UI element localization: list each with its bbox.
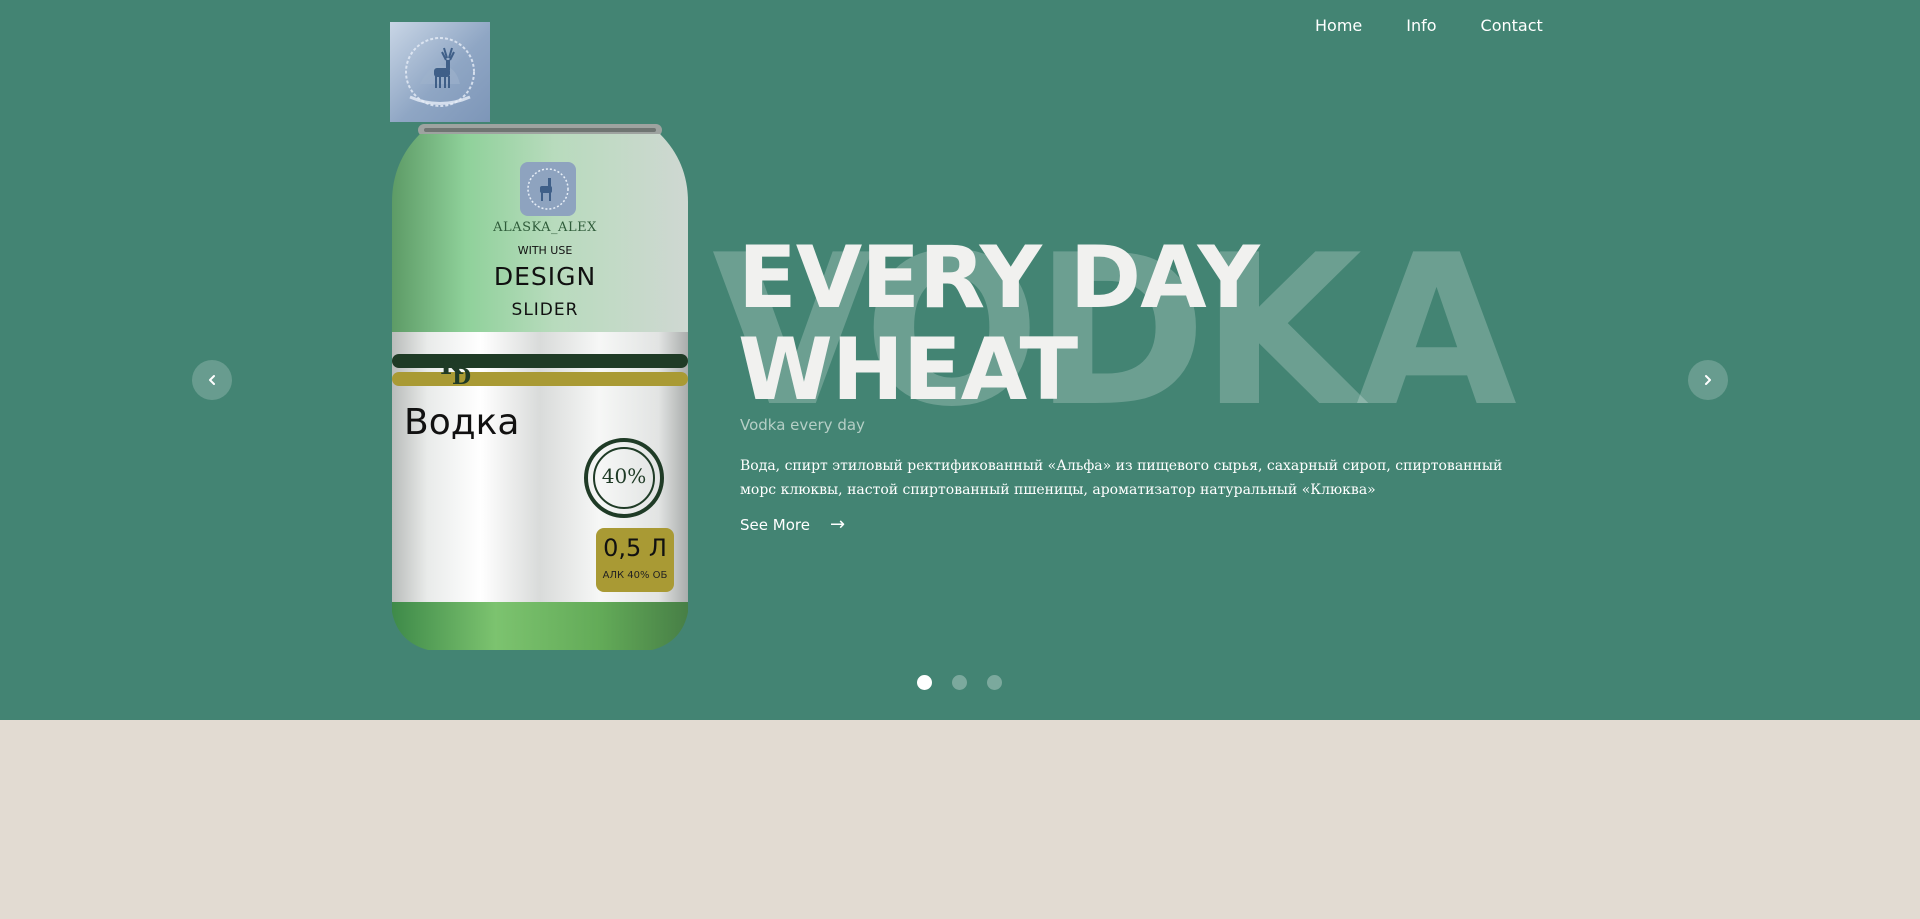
can-slider-label: SLIDER xyxy=(511,300,579,320)
chevron-right-icon xyxy=(1705,375,1711,385)
can-volume-label: 0,5 Л xyxy=(603,534,667,562)
deer-icon xyxy=(405,37,475,107)
lower-section xyxy=(0,720,1920,919)
hero-subtitle: Vodka every day xyxy=(740,416,865,434)
next-slide-button[interactable] xyxy=(1688,360,1728,400)
nav-info[interactable]: Info xyxy=(1406,16,1436,35)
main-nav: Home Info Contact xyxy=(1315,16,1543,35)
can-brand-label: ALASKA_ALEX xyxy=(493,220,597,235)
can-alc-label: АЛК 40% ОБ xyxy=(602,570,668,581)
headline-line-2: WHEAT xyxy=(738,320,1078,420)
product-can-image: K D ALASKA_ALEX WITH USE DESIGN SLIDER В… xyxy=(390,122,690,652)
see-more-link[interactable]: See More → xyxy=(740,514,845,535)
can-product-name: Водка xyxy=(404,402,520,443)
can-strength-badge: 40% xyxy=(601,464,647,488)
hero-headline: EVERY DAY WHEAT xyxy=(738,228,1260,420)
hero-section: Home Info Contact VODKA K D ALASKA_ALEX … xyxy=(0,0,1920,720)
slider-pagination xyxy=(917,675,1002,690)
arrow-right-icon: → xyxy=(829,514,846,535)
chevron-left-icon xyxy=(209,375,215,385)
see-more-label: See More xyxy=(740,515,810,534)
svg-text:D: D xyxy=(452,364,471,390)
nav-contact[interactable]: Contact xyxy=(1481,16,1543,35)
prev-slide-button[interactable] xyxy=(192,360,232,400)
slider-dot-2[interactable] xyxy=(952,675,967,690)
nav-home[interactable]: Home xyxy=(1315,16,1362,35)
hero-description: Вода, спирт этиловый ректификованный «Ал… xyxy=(740,458,1503,498)
logo[interactable] xyxy=(390,22,490,122)
slider-dot-1[interactable] xyxy=(917,675,932,690)
slider-dot-3[interactable] xyxy=(987,675,1002,690)
can-with-use-label: WITH USE xyxy=(517,244,573,257)
headline-line-1: EVERY DAY xyxy=(738,228,1260,328)
can-design-label: DESIGN xyxy=(493,262,597,291)
